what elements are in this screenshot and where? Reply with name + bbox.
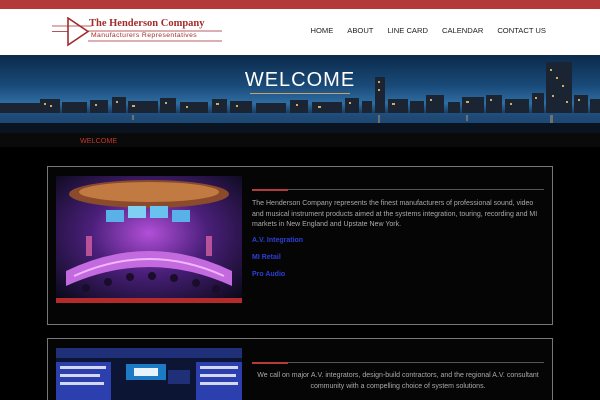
logo-rule xyxy=(88,30,222,42)
services-card: We call on major A.V. integrators, desig… xyxy=(47,338,553,400)
intro-text: The Henderson Company represents the fin… xyxy=(252,200,538,229)
main-nav: HOME ABOUT LINE CARD CALENDAR CONTACT US xyxy=(311,26,547,35)
link-pro-audio[interactable]: Pro Audio xyxy=(252,271,285,278)
top-accent-bar xyxy=(0,0,600,9)
conference-photo xyxy=(56,348,242,400)
breadcrumb-bar: WELCOME xyxy=(0,133,600,147)
link-av-integration[interactable]: A.V. Integration xyxy=(252,237,303,244)
venue-photo xyxy=(56,176,242,303)
photo-accent-bar xyxy=(56,298,242,303)
hero-divider xyxy=(250,93,350,94)
city-skyline-image xyxy=(0,62,600,133)
section-divider xyxy=(288,362,544,363)
section-divider-accent xyxy=(252,189,288,191)
intro-card: The Henderson Company represents the fin… xyxy=(47,166,553,325)
link-mi-retail[interactable]: MI Retail xyxy=(252,254,281,261)
nav-home[interactable]: HOME xyxy=(311,26,334,35)
company-logo[interactable]: The Henderson Company Manufacturers Repr… xyxy=(52,17,227,47)
breadcrumb[interactable]: WELCOME xyxy=(80,136,117,145)
hero-banner: WELCOME xyxy=(0,55,600,133)
nav-calendar[interactable]: CALENDAR xyxy=(442,26,483,35)
section-divider xyxy=(288,189,544,190)
site-header: The Henderson Company Manufacturers Repr… xyxy=(0,9,600,55)
section-divider-accent xyxy=(252,362,288,364)
services-text: We call on major A.V. integrators, desig… xyxy=(257,372,539,390)
hero-title: WELCOME xyxy=(244,69,356,91)
nav-contact-us[interactable]: CONTACT US xyxy=(497,26,546,35)
nav-about[interactable]: ABOUT xyxy=(347,26,373,35)
nav-line-card[interactable]: LINE CARD xyxy=(387,26,428,35)
